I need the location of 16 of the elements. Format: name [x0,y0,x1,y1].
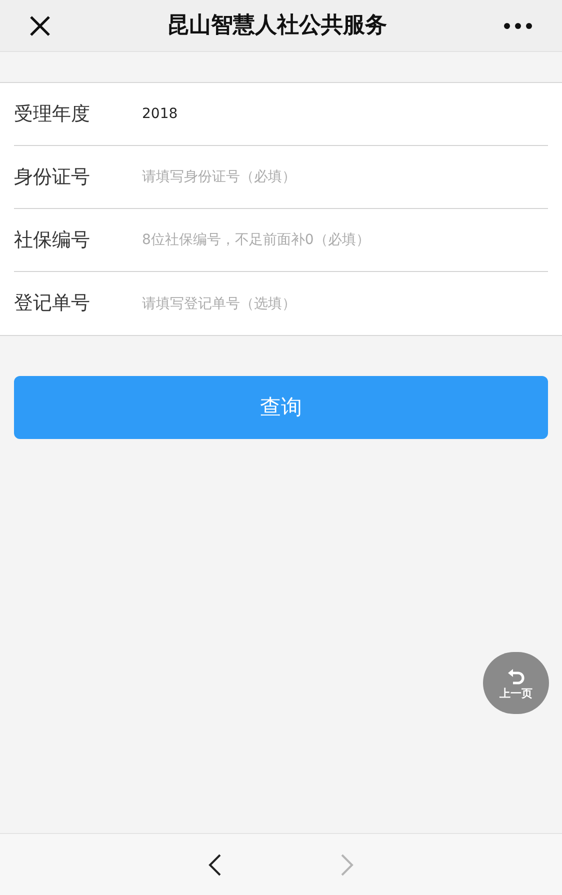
undo-icon [506,667,526,685]
field-label: 社保编号 [14,228,91,253]
chevron-right-icon [340,852,354,876]
input-field[interactable]: 请填写登记单号（选填） [142,284,548,324]
input-field[interactable]: 请填写身份证号（必填） [142,157,548,197]
field-label: 身份证号 [14,164,91,190]
field-label: 登记单号 [14,291,91,316]
more-icon [503,22,533,30]
window-title: 昆山智慧人社公共服务 [167,12,387,40]
input-field[interactable]: 2018 [142,94,548,134]
field-label: 受理年度 [14,102,91,127]
chevron-left-icon [208,852,222,876]
query-button[interactable]: 查询 [14,376,548,439]
previous-page-button[interactable]: 上一页 [483,652,549,714]
close-icon [29,14,51,36]
input-field[interactable]: 8位社保编号，不足前面补0（必填） [142,220,548,260]
